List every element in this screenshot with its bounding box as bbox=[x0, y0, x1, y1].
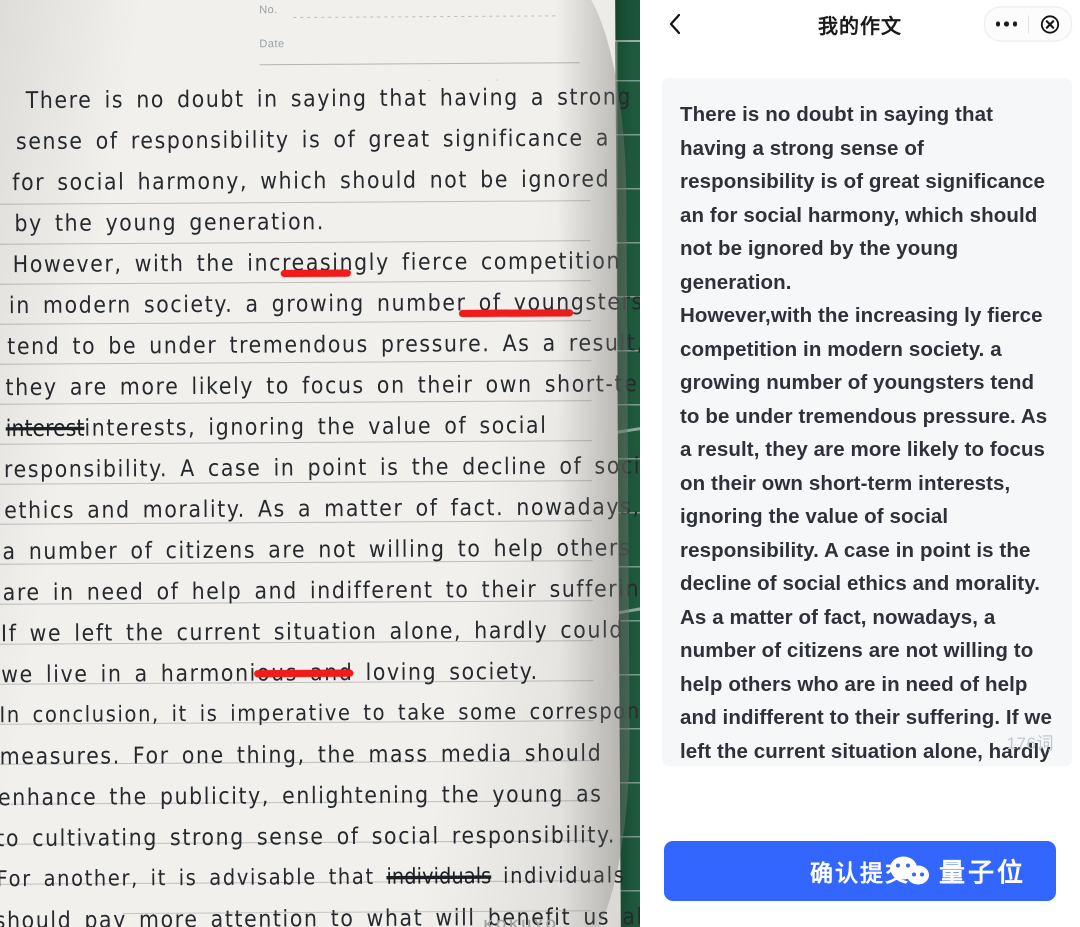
handwriting-line: they are more likely to focus on their o… bbox=[5, 369, 640, 401]
handwriting-line: enhance the publicity, enlightening the … bbox=[0, 780, 603, 811]
nav-bar: 我的作文 bbox=[640, 0, 1080, 48]
handwriting-line: responsibility. A case in point is the d… bbox=[3, 451, 640, 483]
handwriting-line: are in need of help and indifferent to t… bbox=[2, 574, 640, 606]
dot bbox=[1012, 21, 1017, 27]
bubble-eye bbox=[911, 872, 916, 876]
submit-button[interactable]: 确认提交 量子位 bbox=[664, 841, 1056, 901]
more-dots-icon[interactable] bbox=[985, 21, 1028, 27]
handwriting-line-struck: For another, it is advisable that indivi… bbox=[0, 862, 626, 892]
qbitai-watermark: 量子位 bbox=[889, 853, 1026, 890]
notebook-no-dotline bbox=[293, 15, 560, 18]
handwriting-line: to cultivating strong sense of social re… bbox=[0, 821, 617, 852]
content-area: There is no doubt in saying that having … bbox=[640, 48, 1080, 827]
notebook-brand-label: KOKUYO bbox=[483, 916, 559, 927]
notebook-no-label: No. bbox=[259, 4, 278, 17]
notebook-page: No. Date · · There is no doubt in saying… bbox=[0, 0, 640, 927]
handwriting-line: by the young generation. bbox=[14, 207, 326, 237]
handwriting-line: If we left the current situation alone, … bbox=[0, 616, 624, 647]
page-curl-shadow bbox=[555, 0, 631, 927]
miniprogram-pane: 我的作文 There is no doubt in saying that ha… bbox=[640, 0, 1080, 927]
handwriting-line: measures. For one thing, the mass media … bbox=[0, 739, 603, 770]
struck-word: individuals bbox=[386, 863, 492, 890]
handwriting-line: a number of citizens are not willing to … bbox=[2, 533, 640, 565]
handwriting-line-struck: interestinterests, ignoring the value of… bbox=[6, 412, 548, 442]
red-underline-annotation bbox=[280, 269, 351, 278]
handwriting-line: In conclusion, it is imperative to take … bbox=[0, 697, 640, 728]
handwriting-line-head: For another, it is advisable that bbox=[0, 863, 387, 892]
handwriting-line: sense of responsibility is of great sign… bbox=[15, 124, 611, 155]
handwriting-line: tend to be under tremendous pressure. As… bbox=[7, 328, 640, 360]
miniprogram-capsule bbox=[984, 6, 1072, 42]
essay-card[interactable]: There is no doubt in saying that having … bbox=[662, 78, 1072, 766]
dot bbox=[1004, 21, 1009, 27]
handwriting-line: for social harmony, which should not be … bbox=[12, 165, 611, 196]
red-underline-annotation bbox=[459, 309, 574, 317]
submit-button-label: 确认提交 bbox=[810, 860, 910, 886]
bubble-small bbox=[906, 865, 929, 884]
handwriting-line: ethics and morality. As a matter of fact… bbox=[4, 493, 640, 524]
struck-word: interest bbox=[5, 414, 85, 442]
bubble-eye bbox=[919, 872, 924, 876]
handwritten-essay-photo: 6 bbox=[0, 0, 640, 927]
word-count-label: 176词 bbox=[1006, 734, 1054, 753]
dot bbox=[995, 21, 1000, 27]
chevron-left-icon[interactable] bbox=[662, 11, 688, 37]
notebook-date-label: Date bbox=[259, 38, 285, 51]
close-circle-icon[interactable] bbox=[1029, 14, 1072, 34]
handwriting-line: There is no doubt in saying that having … bbox=[25, 83, 633, 114]
handwriting-line-rest: interests, ignoring the value of social bbox=[84, 411, 548, 442]
red-underline-annotation bbox=[254, 669, 354, 678]
notebook-header-fields: No. Date · · bbox=[259, 0, 580, 86]
footer: 确认提交 量子位 bbox=[640, 827, 1080, 927]
watermark-text: 量子位 bbox=[938, 857, 1026, 888]
essay-body-text: There is no doubt in saying that having … bbox=[680, 103, 1052, 763]
screen-root: 6 bbox=[0, 0, 1080, 927]
